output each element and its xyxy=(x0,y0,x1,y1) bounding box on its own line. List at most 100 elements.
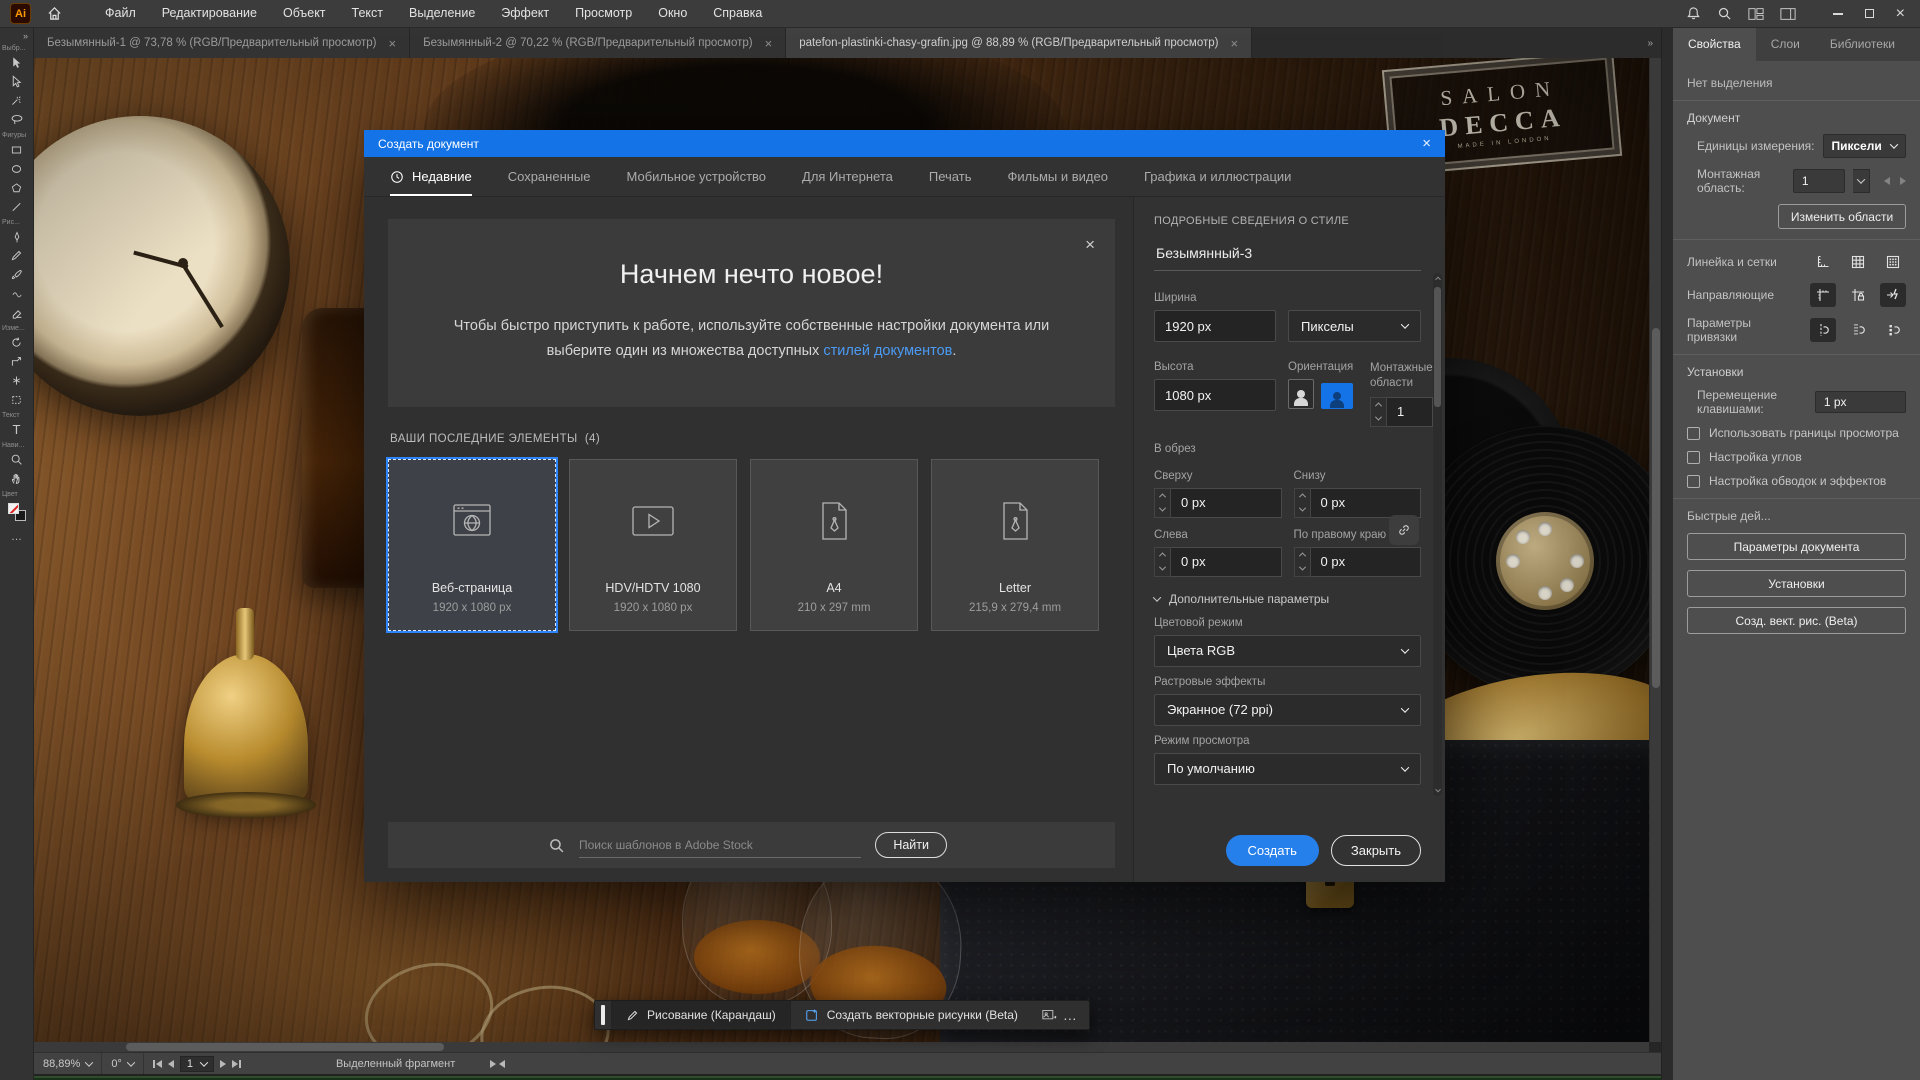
bleed-top-input[interactable]: 0 px xyxy=(1171,488,1282,518)
show-guides-icon[interactable] xyxy=(1810,283,1836,307)
close-window-button[interactable]: × xyxy=(1885,0,1916,27)
panel-layout-icon[interactable] xyxy=(1780,7,1796,21)
doc-tab-1[interactable]: Безымянный-1 @ 73,78 % (RGB/Предваритель… xyxy=(34,28,410,58)
ruler-icon[interactable] xyxy=(1810,250,1836,274)
magic-wand-tool[interactable] xyxy=(3,91,31,110)
first-artboard-icon[interactable] xyxy=(153,1060,162,1068)
draw-pencil-button[interactable]: Рисование (Карандаш) xyxy=(611,1001,790,1029)
rotate-tool[interactable] xyxy=(3,333,31,352)
fill-swatch[interactable] xyxy=(8,503,19,514)
width-input[interactable]: 1920 px xyxy=(1154,310,1276,342)
details-scrollbar[interactable] xyxy=(1433,273,1442,796)
document-setup-button[interactable]: Параметры документа xyxy=(1687,533,1906,560)
prev-artboard-icon[interactable] xyxy=(168,1060,174,1068)
canvas-vertical-scrollbar[interactable] xyxy=(1649,58,1661,1042)
zoom-tool[interactable] xyxy=(3,450,31,469)
tab-recent[interactable]: Недавние xyxy=(390,157,472,196)
artboard-select-chevron[interactable] xyxy=(1853,169,1870,193)
line-tool[interactable] xyxy=(3,197,31,216)
menu-help[interactable]: Справка xyxy=(700,0,775,27)
ellipse-tool[interactable] xyxy=(3,159,31,178)
height-input[interactable]: 1080 px xyxy=(1154,379,1276,411)
direct-selection-tool[interactable] xyxy=(3,72,31,91)
doc-tab-3-active[interactable]: patefon-plastinki-chasy-grafin.jpg @ 88,… xyxy=(786,28,1252,58)
menu-file[interactable]: Файл xyxy=(92,0,149,27)
color-mode-select[interactable]: Цвета RGB xyxy=(1154,635,1421,667)
card-a4[interactable]: A4 210 x 297 mm xyxy=(750,459,918,631)
minimize-button[interactable] xyxy=(1822,0,1854,27)
scroll-up-icon[interactable] xyxy=(1434,273,1441,283)
raster-effects-select[interactable]: Экранное (72 ppi) xyxy=(1154,694,1421,726)
rotation-control[interactable]: 0° xyxy=(102,1053,143,1074)
document-name-input[interactable]: Безымянный-3 xyxy=(1154,239,1421,271)
bleed-left-input[interactable]: 0 px xyxy=(1171,547,1282,577)
bleed-left-stepper[interactable] xyxy=(1154,547,1171,577)
pencil-tool[interactable] xyxy=(3,246,31,265)
dialog-close-icon[interactable]: × xyxy=(1422,135,1431,152)
canvas-horizontal-scrollbar[interactable] xyxy=(34,1042,1649,1052)
close-button[interactable]: Закрыть xyxy=(1331,835,1421,866)
snap-to-glyph-icon[interactable] xyxy=(1880,283,1906,307)
artboards-stepper[interactable] xyxy=(1370,397,1387,427)
next-artboard-icon[interactable] xyxy=(220,1060,226,1068)
orientation-landscape-button[interactable] xyxy=(1321,383,1353,409)
bleed-right-stepper[interactable] xyxy=(1294,547,1311,577)
card-letter[interactable]: Letter 215,9 x 279,4 mm xyxy=(931,459,1099,631)
card-web-page[interactable]: Веб-страница 1920 x 1080 px xyxy=(388,459,556,631)
menu-window[interactable]: Окно xyxy=(645,0,700,27)
lasso-tool[interactable] xyxy=(3,110,31,129)
zoom-level-control[interactable]: 88,89% xyxy=(34,1053,101,1074)
checkbox-icon[interactable] xyxy=(1687,451,1700,464)
create-button[interactable]: Создать xyxy=(1226,835,1319,866)
doc-tab-2-close-icon[interactable]: × xyxy=(765,36,773,51)
stroke-effects-row[interactable]: Настройка обводок и эффектов xyxy=(1687,474,1906,488)
artboards-input[interactable]: 1 xyxy=(1387,397,1433,427)
tab-libraries[interactable]: Библиотеки xyxy=(1815,28,1910,61)
last-artboard-icon[interactable] xyxy=(232,1060,241,1068)
preferences-button[interactable]: Установки xyxy=(1687,570,1906,597)
lock-guides-icon[interactable] xyxy=(1845,283,1871,307)
pen-tool[interactable] xyxy=(3,227,31,246)
bleed-bottom-stepper[interactable] xyxy=(1294,488,1311,518)
snap-grid-icon[interactable] xyxy=(1845,318,1871,342)
tab-web[interactable]: Для Интернета xyxy=(802,157,893,196)
advanced-options-toggle[interactable]: Дополнительные параметры xyxy=(1154,592,1421,606)
horizontal-scroll-thumb[interactable] xyxy=(126,1043,444,1051)
status-arrows[interactable] xyxy=(481,1053,514,1074)
width-tool[interactable] xyxy=(3,371,31,390)
prev-artboard-icon[interactable] xyxy=(1884,177,1890,185)
scroll-down-icon[interactable] xyxy=(1434,786,1441,796)
generate-vectors-button[interactable]: Создать векторные рисунки (Beta) xyxy=(790,1001,1032,1029)
bell-icon[interactable] xyxy=(1686,6,1701,21)
units-select[interactable]: Пиксели xyxy=(1823,134,1906,158)
rectangle-tool[interactable] xyxy=(3,140,31,159)
use-preview-bounds-row[interactable]: Использовать границы просмотра xyxy=(1687,426,1906,440)
eraser-tool[interactable] xyxy=(3,303,31,322)
units-select[interactable]: Пикселы xyxy=(1288,310,1421,342)
keyboard-increment-input[interactable]: 1 px xyxy=(1815,391,1906,413)
stock-search-input[interactable] xyxy=(579,832,861,858)
tools-expand-icon[interactable]: » xyxy=(18,28,33,42)
menu-object[interactable]: Объект xyxy=(270,0,339,27)
bleed-right-input[interactable]: 0 px xyxy=(1311,547,1422,577)
search-icon[interactable] xyxy=(1717,6,1732,21)
card-hdv-1080[interactable]: HDV/HDTV 1080 1920 x 1080 px xyxy=(569,459,737,631)
vertical-scroll-thumb[interactable] xyxy=(1652,328,1660,688)
corner-settings-row[interactable]: Настройка углов xyxy=(1687,450,1906,464)
doc-tab-2[interactable]: Безымянный-2 @ 70,22 % (RGB/Предваритель… xyxy=(410,28,786,58)
find-button[interactable]: Найти xyxy=(875,832,947,858)
generate-vectors-beta-button[interactable]: Созд. вект. рис. (Beta) xyxy=(1687,607,1906,634)
shaper-tool[interactable] xyxy=(3,284,31,303)
brush-tool[interactable] xyxy=(3,265,31,284)
link-bleeds-icon[interactable] xyxy=(1389,515,1419,545)
checkbox-icon[interactable] xyxy=(1687,427,1700,440)
tab-film-video[interactable]: Фильмы и видео xyxy=(1007,157,1107,196)
tabbar-overflow-icon[interactable]: » xyxy=(1639,28,1661,58)
grid-icon[interactable] xyxy=(1845,250,1871,274)
workspace-icon[interactable] xyxy=(1748,7,1764,21)
export-image-icon[interactable] xyxy=(1042,1009,1057,1022)
checkbox-icon[interactable] xyxy=(1687,475,1700,488)
tab-print[interactable]: Печать xyxy=(929,157,972,196)
type-tool[interactable]: T xyxy=(3,420,31,439)
edit-artboards-button[interactable]: Изменить области xyxy=(1778,204,1906,229)
